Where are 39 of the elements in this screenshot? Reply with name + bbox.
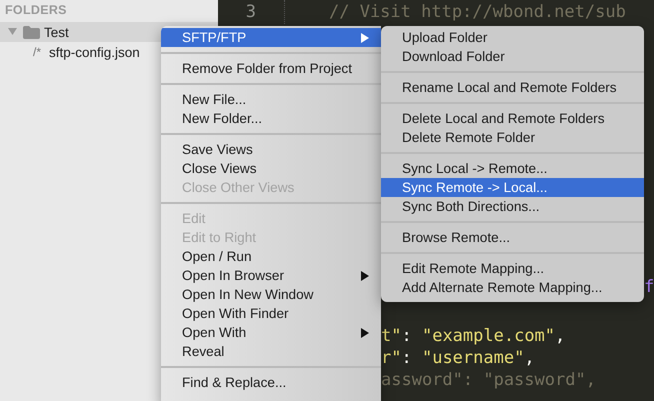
folder-icon: [23, 26, 40, 38]
menu-item[interactable]: Sync Remote -> Local...: [381, 178, 644, 197]
menu-item[interactable]: Sync Local -> Remote...: [381, 159, 644, 178]
menu-item[interactable]: Download Folder: [381, 47, 644, 66]
menu-item[interactable]: Edit Remote Mapping...: [381, 259, 644, 278]
menu-item[interactable]: Open In New Window: [161, 285, 381, 304]
submenu-arrow-icon: [361, 32, 369, 42]
menu-item[interactable]: Save Views: [161, 140, 381, 159]
disclosure-triangle-icon[interactable]: [8, 28, 17, 36]
line-number: 3: [218, 0, 285, 24]
menu-item[interactable]: Delete Local and Remote Folders: [381, 109, 644, 128]
code-line: f: [644, 277, 654, 297]
menu-item[interactable]: Close Views: [161, 159, 381, 178]
submenu-arrow-icon: [361, 328, 369, 338]
sidebar-header: FOLDERS: [4, 2, 68, 19]
code-line: r": "username",: [381, 348, 535, 368]
menu-item[interactable]: Open In Browser: [161, 266, 381, 285]
file-name: sftp-config.json: [49, 44, 140, 60]
menu-item[interactable]: Upload Folder: [381, 28, 644, 47]
code-line: // Visit http://wbond.net/sub: [328, 2, 626, 22]
submenu-arrow-icon: [361, 270, 369, 280]
menu-item[interactable]: New File...: [161, 90, 381, 109]
menu-item[interactable]: Rename Local and Remote Folders: [381, 78, 644, 97]
menu-item[interactable]: Open With: [161, 323, 381, 342]
menu-item[interactable]: Browse Remote...: [381, 228, 644, 247]
menu-item[interactable]: Remove Folder from Project: [161, 59, 381, 78]
folder-name: Test: [44, 24, 69, 40]
menu-item[interactable]: Find & Replace...: [161, 373, 381, 392]
menu-item[interactable]: Open With Finder: [161, 304, 381, 323]
menu-item[interactable]: SFTP/FTP: [161, 28, 381, 47]
code-line: assword": "password",: [381, 370, 596, 390]
code-line: t": "example.com",: [381, 326, 566, 346]
menu-item[interactable]: Delete Remote Folder: [381, 128, 644, 147]
menu-item[interactable]: Add Alternate Remote Mapping...: [381, 278, 644, 297]
file-type-icon: /*: [33, 45, 42, 59]
menu-item[interactable]: Sync Both Directions...: [381, 197, 644, 216]
menu-item[interactable]: Reveal: [161, 342, 381, 361]
menu-item[interactable]: New Folder...: [161, 109, 381, 128]
menu-item[interactable]: Open / Run: [161, 247, 381, 266]
